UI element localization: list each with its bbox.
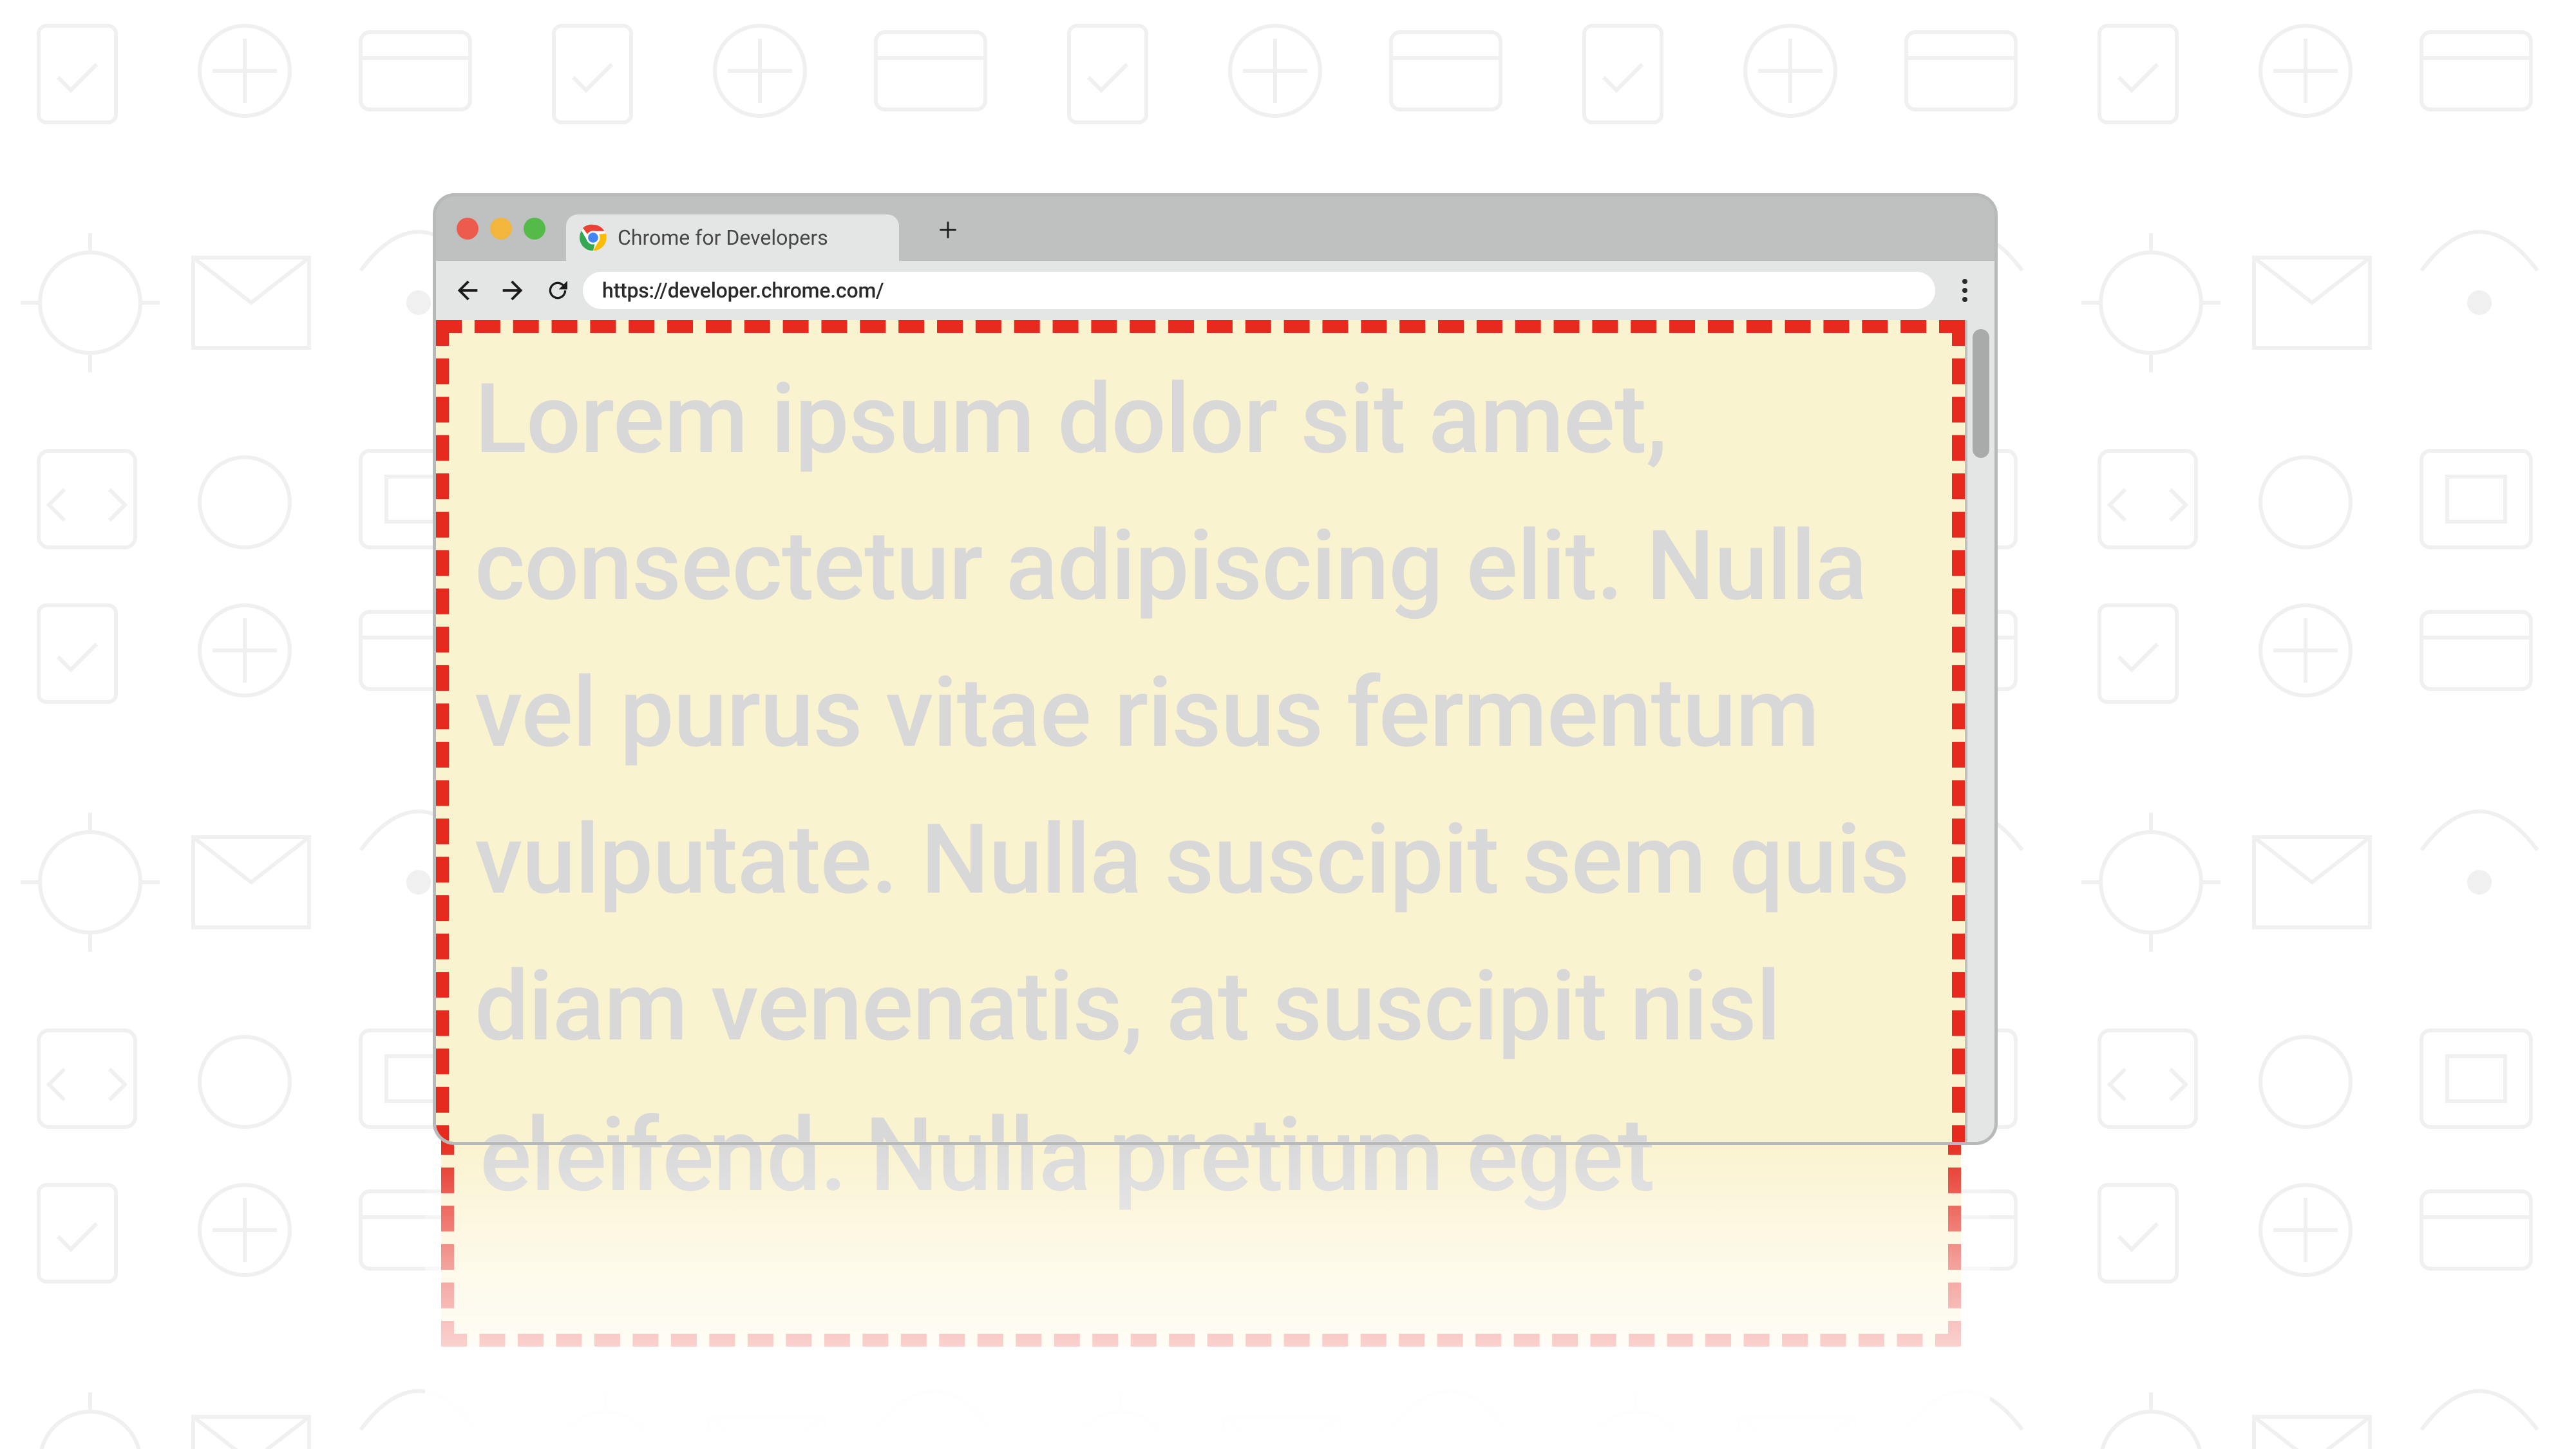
body-paragraph: Lorem ipsum dolor sit amet, consectetur … bbox=[475, 346, 1926, 1142]
page-body: Lorem ipsum dolor sit amet, consectetur … bbox=[436, 320, 1965, 1142]
forward-button[interactable] bbox=[493, 270, 533, 310]
tab-title: Chrome for Developers bbox=[618, 225, 828, 250]
browser-window: Chrome for Developers https://developer.… bbox=[433, 193, 1998, 1145]
toolbar: https://developer.chrome.com/ bbox=[436, 261, 1994, 320]
window-close-button[interactable] bbox=[457, 218, 478, 240]
scrollbar-track[interactable] bbox=[1967, 320, 1994, 1142]
overflow-menu-button[interactable] bbox=[1948, 274, 1982, 307]
window-controls bbox=[451, 218, 566, 240]
back-button[interactable] bbox=[448, 270, 488, 310]
address-bar[interactable]: https://developer.chrome.com/ bbox=[583, 272, 1935, 309]
tab-strip: Chrome for Developers bbox=[436, 196, 1994, 261]
scrollbar-thumb[interactable] bbox=[1973, 329, 1989, 458]
new-tab-button[interactable] bbox=[929, 211, 967, 249]
reload-button[interactable] bbox=[538, 270, 578, 310]
window-minimize-button[interactable] bbox=[490, 218, 512, 240]
browser-viewport: Lorem ipsum dolor sit amet, consectetur … bbox=[436, 320, 1994, 1142]
tab-active[interactable]: Chrome for Developers bbox=[566, 214, 899, 261]
address-bar-url: https://developer.chrome.com/ bbox=[602, 278, 884, 303]
window-zoom-button[interactable] bbox=[524, 218, 545, 240]
viewport-content: Lorem ipsum dolor sit amet, consectetur … bbox=[436, 320, 1967, 1142]
chrome-favicon-icon bbox=[579, 223, 607, 252]
